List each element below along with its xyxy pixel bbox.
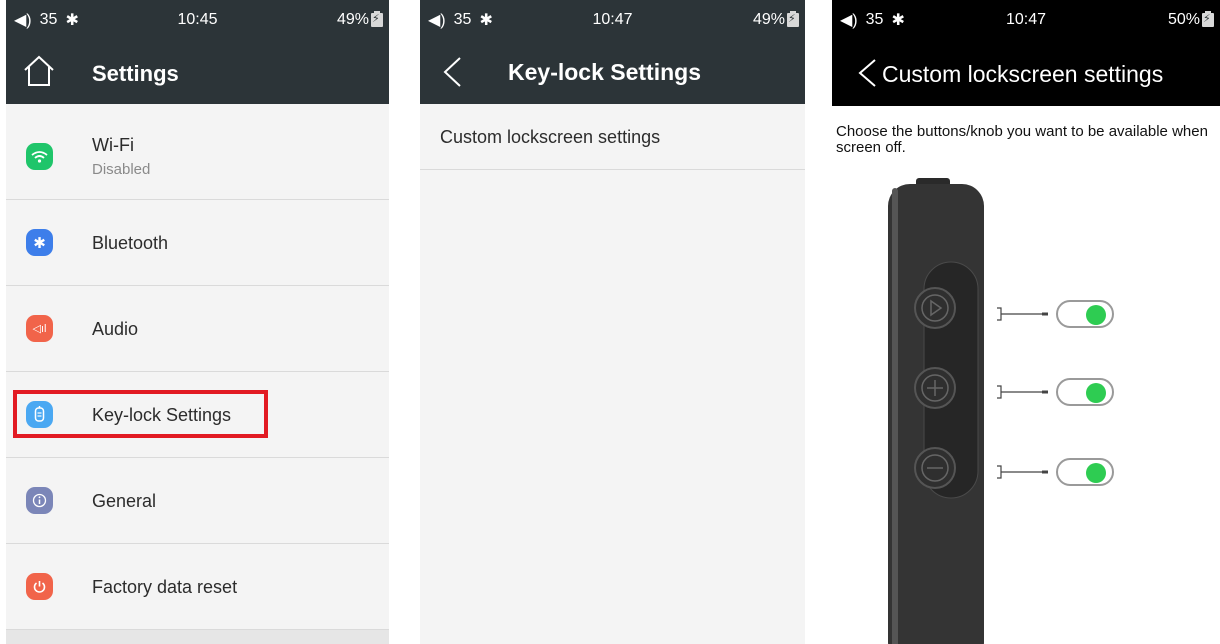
volume-icon: ◀) — [840, 12, 858, 29]
device-volume-down-button[interactable] — [914, 447, 956, 489]
volume-down-toggle[interactable] — [1056, 458, 1114, 486]
bluetooth-status-icon: ✱ — [65, 12, 79, 29]
play-icon — [921, 294, 949, 322]
home-icon[interactable] — [22, 54, 56, 88]
clock: 10:45 — [177, 11, 218, 28]
clock: 10:47 — [1005, 11, 1047, 28]
list-bottom-band — [6, 630, 389, 644]
list-item-sublabel: Disabled — [92, 161, 151, 178]
list-item-wifi[interactable]: Wi-Fi Disabled — [6, 114, 389, 200]
play-button-toggle[interactable] — [1056, 300, 1114, 328]
battery-icon: ⚡ — [787, 11, 799, 27]
highlight-box — [13, 390, 268, 438]
bluetooth-status-icon: ✱ — [479, 12, 493, 29]
volume-level: 35 — [453, 11, 472, 28]
battery-icon: ⚡ — [1202, 11, 1214, 27]
page-title: Key-lock Settings — [508, 59, 701, 85]
volume-icon: ◀) — [428, 12, 446, 29]
list-item-bluetooth[interactable]: ✱ Bluetooth — [6, 200, 389, 286]
back-icon[interactable] — [440, 56, 464, 88]
volume-up-toggle[interactable] — [1056, 378, 1114, 406]
list-item-label: Factory data reset — [92, 577, 238, 597]
device-illustration — [888, 178, 984, 644]
volume-level: 35 — [39, 11, 58, 28]
power-icon — [26, 573, 53, 600]
minus-icon — [921, 454, 949, 482]
back-icon[interactable] — [856, 58, 878, 88]
list-item-label: Wi-Fi — [92, 135, 134, 155]
volume-icon: ◀) — [14, 12, 32, 29]
info-icon — [26, 487, 53, 514]
list-item-audio[interactable]: ◁ıl Audio — [6, 286, 389, 372]
keylock-settings-screen: ◀) 35 ✱ 10:47 49% ⚡ Key-lock Settings Cu… — [420, 0, 805, 644]
wifi-icon — [26, 143, 53, 170]
toggle-knob — [1086, 305, 1106, 325]
connector-line — [997, 465, 1048, 479]
custom-lockscreen-header: Custom lockscreen settings — [832, 40, 1220, 106]
list-item-factory-reset[interactable]: Factory data reset — [6, 544, 389, 630]
battery-level: 49% — [752, 11, 785, 28]
page-title: Settings — [92, 61, 179, 86]
battery-level: 49% — [336, 11, 369, 28]
list-item-label: General — [92, 491, 157, 511]
keylock-header: Key-lock Settings — [420, 40, 805, 104]
clock: 10:47 — [592, 11, 633, 28]
status-bar: ◀) 35 ✱ 10:47 50% ⚡ — [832, 0, 1220, 40]
list-item-custom-lockscreen[interactable]: Custom lockscreen settings — [420, 104, 805, 170]
page-title: Custom lockscreen settings — [882, 61, 1164, 87]
bluetooth-icon: ✱ — [26, 229, 53, 256]
device-volume-up-button[interactable] — [914, 367, 956, 409]
bluetooth-status-icon: ✱ — [891, 12, 905, 29]
battery-icon: ⚡ — [371, 11, 383, 27]
list-item-label: Bluetooth — [92, 233, 169, 253]
toggle-knob — [1086, 463, 1106, 483]
audio-icon: ◁ıl — [26, 315, 53, 342]
battery-level: 50% — [1167, 11, 1200, 28]
list-item-label: Audio — [92, 319, 139, 339]
settings-screen: ◀) 35 ✱ 10:45 49% ⚡ Settings Wi-Fi Disab… — [6, 0, 389, 644]
volume-level: 35 — [865, 11, 884, 28]
list-item-general[interactable]: General — [6, 458, 389, 544]
status-bar: ◀) 35 ✱ 10:45 49% ⚡ — [6, 0, 389, 40]
toggle-knob — [1086, 383, 1106, 403]
connector-line — [997, 385, 1048, 399]
plus-icon — [921, 374, 949, 402]
status-bar: ◀) 35 ✱ 10:47 49% ⚡ — [420, 0, 805, 40]
connector-line — [997, 307, 1048, 321]
device-play-button[interactable] — [914, 287, 956, 329]
custom-lockscreen-screen: ◀) 35 ✱ 10:47 50% ⚡ Custom lockscreen se… — [832, 0, 1220, 644]
settings-header: Settings — [6, 40, 389, 104]
description-text: Choose the buttons/knob you want to be a… — [836, 123, 1208, 156]
list-item-label: Custom lockscreen settings — [440, 127, 661, 147]
